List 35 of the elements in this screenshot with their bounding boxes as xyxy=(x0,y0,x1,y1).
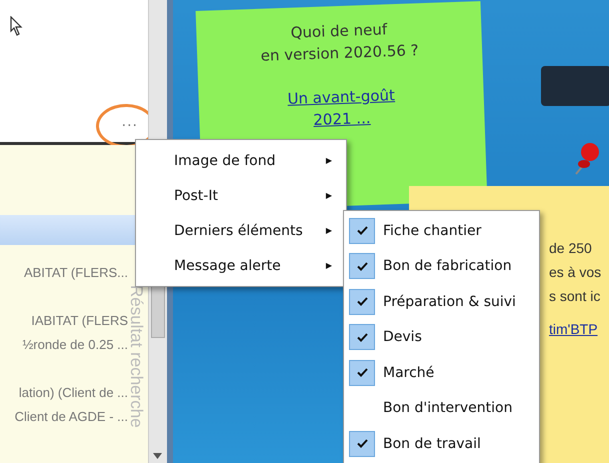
checkbox[interactable] xyxy=(349,430,375,457)
result-row-text: ABITAT (FLERS... xyxy=(22,264,129,282)
check-icon xyxy=(356,439,368,448)
note-link[interactable]: tim'BTP xyxy=(549,318,598,340)
photo-placeholder xyxy=(541,66,609,106)
note-text: de 250 xyxy=(549,239,592,258)
cursor-icon xyxy=(10,16,24,36)
check-icon xyxy=(356,297,368,306)
check-icon xyxy=(356,262,368,271)
checkbox[interactable] xyxy=(349,324,375,350)
note-text: s sont ic xyxy=(549,287,600,306)
submenu-item[interactable]: Bon d'intervention xyxy=(344,390,539,426)
submenu-item[interactable]: Préparation & suivi xyxy=(344,284,539,320)
scroll-down-icon[interactable] xyxy=(153,453,162,459)
checkbox[interactable] xyxy=(349,218,375,244)
checkbox[interactable] xyxy=(349,253,375,280)
menu-item[interactable]: Post-It ▶ xyxy=(136,178,346,213)
note-link[interactable]: 2021 ... xyxy=(312,107,371,131)
more-button[interactable]: ... xyxy=(118,112,142,132)
check-icon xyxy=(356,332,368,342)
check-icon xyxy=(356,368,368,378)
submenu-item[interactable]: Bon de travail xyxy=(344,426,539,462)
submenu-item[interactable]: Devis xyxy=(344,320,539,355)
note-text: es à vos xyxy=(549,263,602,282)
submenu-item[interactable]: Marché xyxy=(344,355,539,390)
submenu-item[interactable]: Bon de fabrication xyxy=(344,248,539,284)
check-icon xyxy=(356,226,368,236)
checkbox[interactable] xyxy=(349,288,375,315)
submenu-item[interactable]: Fiche chantier xyxy=(344,213,539,248)
menu-item[interactable]: Derniers éléments ▶ xyxy=(136,213,346,248)
menu-item[interactable]: Message alerte ▶ xyxy=(136,248,346,283)
checkbox[interactable] xyxy=(349,360,375,386)
menu-item[interactable]: Image de fond ▶ xyxy=(136,143,346,178)
note-link[interactable]: Un avant-goût xyxy=(287,84,396,110)
side-label: Résultat recherche xyxy=(127,285,146,428)
